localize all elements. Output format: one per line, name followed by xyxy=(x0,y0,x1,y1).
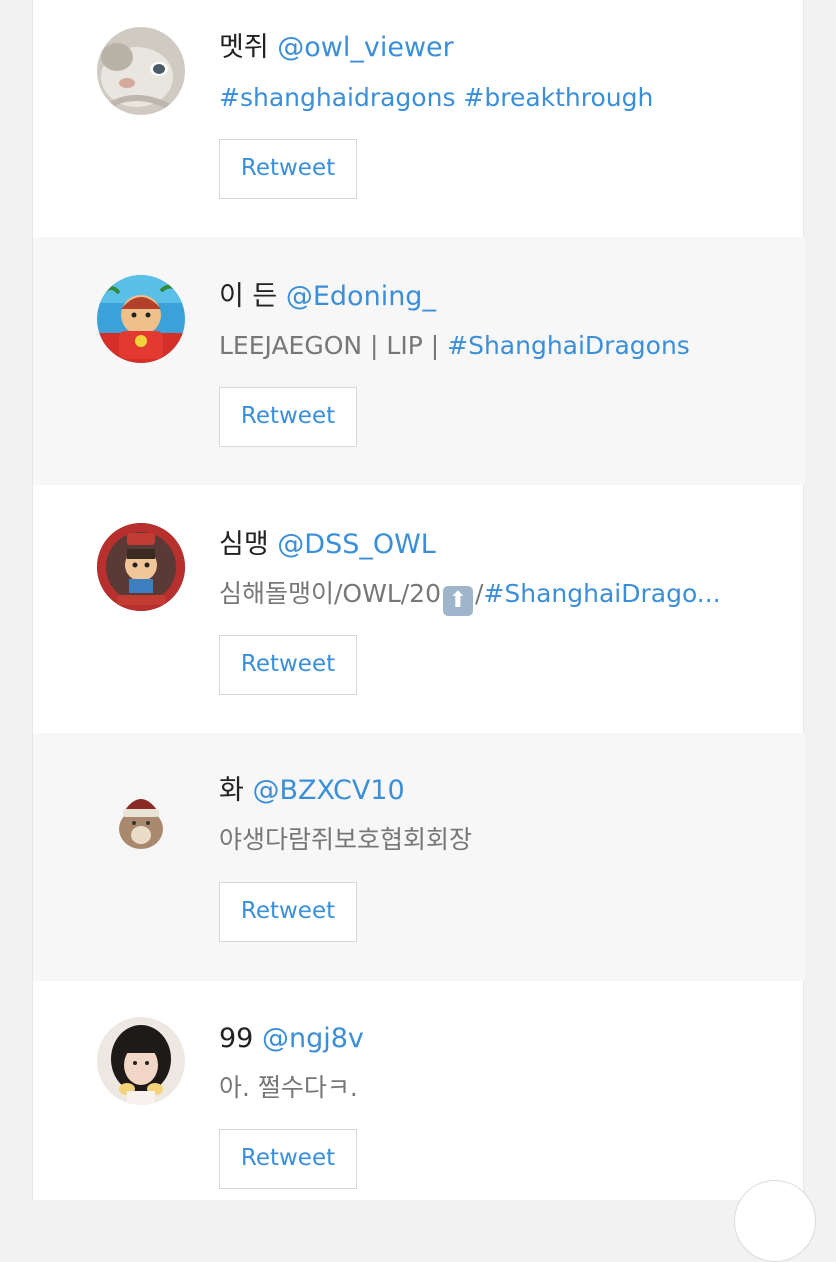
display-name: 99 xyxy=(219,1023,254,1054)
cartoon-character-avatar[interactable] xyxy=(97,275,185,363)
name-line: 멧쥐 @owl_viewer xyxy=(219,32,454,64)
display-name: 심맹 xyxy=(219,529,269,560)
name-line: 이 든 @Edoning_ xyxy=(219,281,436,313)
hamster-avatar[interactable] xyxy=(97,771,185,859)
bio-text: 심해돌맹이/OWL/20 xyxy=(219,579,441,608)
hashtag-link[interactable]: #shanghaidragons #breakthrough xyxy=(219,83,653,112)
user-handle-link[interactable]: @ngj8v xyxy=(262,1023,364,1054)
cat-face-avatar[interactable] xyxy=(97,27,185,115)
bio-text: 야생다람쥐보호협회회장 xyxy=(219,825,473,854)
user-handle-link[interactable]: @DSS_OWL xyxy=(277,529,436,560)
display-name: 멧쥐 xyxy=(219,32,269,63)
bio-text: LEEJAEGON | LIP | xyxy=(219,331,448,360)
user-bio: 야생다람쥐보호협회회장 xyxy=(219,824,472,856)
name-line: 심맹 @DSS_OWL xyxy=(219,529,436,561)
hashtag-link[interactable]: #ShanghaiDrago... xyxy=(483,579,720,608)
retweet-button[interactable]: Retweet xyxy=(219,882,357,942)
user-bio: 심해돌맹이/OWL/20 ⬆/#ShanghaiDrago... xyxy=(219,578,721,616)
user-handle-link[interactable]: @owl_viewer xyxy=(277,32,454,63)
game-character-avatar[interactable] xyxy=(97,523,185,611)
girl-portrait-avatar[interactable] xyxy=(97,1017,185,1105)
user-row: 심맹 @DSS_OWL 심해돌맹이/OWL/20 ⬆/#ShanghaiDrago… xyxy=(33,485,805,733)
hashtag-link[interactable]: #ShanghaiDragons xyxy=(447,331,690,360)
user-row: 멧쥐 @owl_viewer #shanghaidragons #breakth… xyxy=(33,0,805,236)
user-handle-link[interactable]: @BZXCV10 xyxy=(252,775,404,806)
name-line: 99 @ngj8v xyxy=(219,1023,364,1055)
name-line: 화 @BZXCV10 xyxy=(219,775,405,807)
up-arrow-emoji-icon: ⬆ xyxy=(442,586,473,616)
user-handle-link[interactable]: @Edoning_ xyxy=(286,281,436,312)
display-name: 이 든 xyxy=(219,281,278,312)
retweet-button[interactable]: Retweet xyxy=(219,387,357,447)
user-bio: #shanghaidragons #breakthrough xyxy=(219,82,653,114)
scroll-to-top-button[interactable] xyxy=(734,1180,816,1262)
user-bio: LEEJAEGON | LIP | #ShanghaiDragons xyxy=(219,330,690,362)
bio-text: 아. 쩔수다ㅋ. xyxy=(219,1073,358,1102)
retweet-button[interactable]: Retweet xyxy=(219,1129,357,1189)
follower-list: 멧쥐 @owl_viewer #shanghaidragons #breakth… xyxy=(32,0,805,1200)
display-name: 화 xyxy=(219,775,244,806)
retweet-button[interactable]: Retweet xyxy=(219,635,357,695)
retweet-button[interactable]: Retweet xyxy=(219,139,357,199)
user-row: 99 @ngj8v 아. 쩔수다ㅋ. Retweet xyxy=(33,981,805,1229)
user-row: 화 @BZXCV10 야생다람쥐보호협회회장 Retweet xyxy=(33,733,805,981)
user-row: 이 든 @Edoning_ LEEJAEGON | LIP | #Shangha… xyxy=(33,237,805,485)
user-bio: 아. 쩔수다ㅋ. xyxy=(219,1072,358,1104)
